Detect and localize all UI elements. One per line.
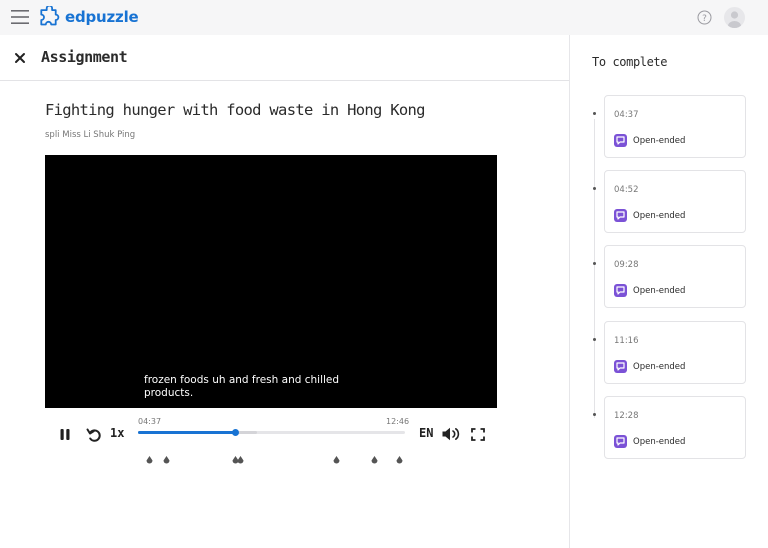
duration: 12:46 — [386, 417, 410, 426]
question-time: 04:52 — [614, 185, 639, 195]
video-author: spli Miss Li Shuk Ping — [45, 130, 136, 140]
question-card-3[interactable]: 09:28 Open-ended — [604, 245, 746, 308]
svg-text:?: ? — [702, 14, 707, 24]
assignment-header: Assignment — [0, 35, 569, 81]
question-card-1[interactable]: 04:37 Open-ended — [604, 95, 746, 158]
open-ended-question-icon — [614, 435, 627, 448]
user-avatar[interactable] — [724, 7, 745, 28]
question-marker-icon[interactable] — [333, 456, 340, 464]
progress-fill — [138, 431, 235, 434]
question-marker-icon[interactable] — [146, 456, 153, 464]
progress-bar[interactable] — [138, 429, 405, 464]
timeline-dot — [593, 262, 596, 265]
question-time: 11:16 — [614, 336, 639, 346]
sidebar-title: To complete — [592, 55, 668, 69]
timeline-dot — [593, 413, 596, 416]
timeline-dot — [593, 187, 596, 190]
question-marker-icon[interactable] — [237, 456, 244, 464]
logo-text: edpuzzle — [65, 8, 139, 26]
question-type: Open-ended — [633, 361, 686, 372]
video-subtitle: frozen foods uh and fresh and chilled pr… — [144, 374, 340, 399]
question-card-4[interactable]: 11:16 Open-ended — [604, 321, 746, 384]
progress-thumb[interactable] — [231, 429, 239, 436]
question-time: 04:37 — [614, 110, 639, 120]
user-avatar-icon — [728, 11, 741, 28]
question-marker-icon[interactable] — [396, 456, 403, 464]
question-time: 09:28 — [614, 260, 639, 270]
video-player[interactable]: frozen foods uh and fresh and chilled pr… — [45, 155, 497, 408]
volume-icon[interactable] — [442, 427, 462, 441]
question-time: 12:28 — [614, 411, 639, 421]
question-type: Open-ended — [633, 285, 686, 296]
close-icon[interactable] — [14, 52, 26, 64]
replay-icon[interactable] — [86, 427, 102, 443]
question-type: Open-ended — [633, 436, 686, 447]
video-title: Fighting hunger with food waste in Hong … — [45, 101, 426, 119]
assignment-title: Assignment — [41, 48, 128, 66]
question-card-2[interactable]: 04:52 Open-ended — [604, 170, 746, 233]
question-type: Open-ended — [633, 135, 686, 146]
top-bar: edpuzzle ? — [0, 0, 768, 35]
puzzle-logo-icon — [40, 6, 60, 26]
timeline-line — [594, 119, 595, 418]
hamburger-menu-icon[interactable] — [11, 9, 29, 25]
open-ended-question-icon — [614, 360, 627, 373]
question-type: Open-ended — [633, 210, 686, 221]
player-controls: 1x 04:37 12:46 EN — [45, 412, 497, 464]
subtitle-language-button[interactable]: EN — [419, 426, 433, 440]
question-marker-icon[interactable] — [163, 456, 170, 464]
help-icon[interactable]: ? — [697, 10, 712, 25]
playback-speed-button[interactable]: 1x — [110, 426, 124, 440]
open-ended-question-icon — [614, 134, 627, 147]
timeline-dot — [593, 112, 596, 115]
fullscreen-icon[interactable] — [471, 428, 485, 441]
open-ended-question-icon — [614, 284, 627, 297]
pause-icon[interactable] — [60, 429, 70, 440]
current-time: 04:37 — [138, 417, 162, 426]
questions-sidebar: To complete 04:37 Open-ended 04:52 Open-… — [569, 35, 768, 548]
timeline-dot — [593, 338, 596, 341]
edpuzzle-logo[interactable]: edpuzzle — [39, 6, 139, 28]
question-marker-icon[interactable] — [371, 456, 378, 464]
open-ended-question-icon — [614, 209, 627, 222]
question-card-5[interactable]: 12:28 Open-ended — [604, 396, 746, 459]
